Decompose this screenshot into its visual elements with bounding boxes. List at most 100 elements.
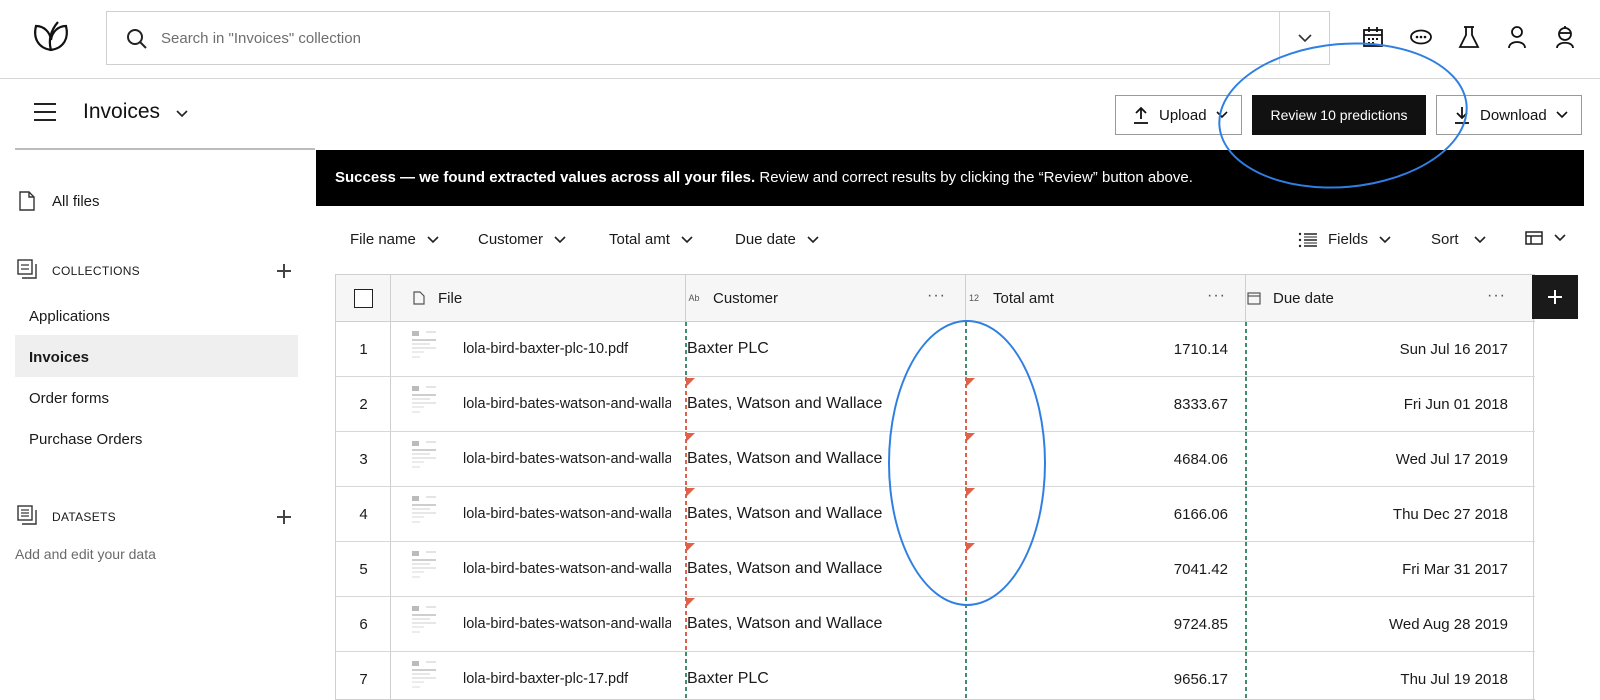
total-amt-cell[interactable]: 9724.85 [966,597,1228,651]
sidebar-item-invoices[interactable]: Invoices [29,349,89,366]
confirmed-value-marker [685,652,687,699]
flask-icon[interactable] [1454,22,1484,52]
total-amt-cell[interactable]: 6166.06 [966,487,1228,541]
confirmed-value-marker [1245,597,1247,652]
filter-due-date[interactable]: Due date [735,231,820,248]
search-scope-chevron-icon[interactable] [1293,28,1317,48]
sidebar-item-all-files[interactable]: All files [52,193,100,210]
sidebar-item-purchase-orders[interactable]: Purchase Orders [29,431,142,448]
due-date-cell[interactable]: Sun Jul 16 2017 [1246,322,1508,376]
review-flag-icon[interactable] [686,433,695,442]
total-amt-cell[interactable]: 4684.06 [966,432,1228,486]
review-flag-icon[interactable] [686,598,695,607]
download-icon [1455,107,1469,124]
customer-cell[interactable]: Baxter PLC [687,322,957,376]
column-divider [965,275,966,322]
chevron-down-icon [681,235,693,243]
filter-customer[interactable]: Customer [478,231,567,248]
calendar-icon[interactable] [1358,22,1388,52]
due-date-cell[interactable]: Wed Jul 17 2019 [1246,432,1508,486]
customer-cell[interactable]: Bates, Watson and Wallace [687,487,957,541]
table-row[interactable]: 5 lola-bird-bates-watson-and-wallace Bates… [336,542,1535,597]
file-name-cell[interactable]: lola-bird-bates-watson-and-wallace [463,432,671,486]
file-name-cell[interactable]: lola-bird-baxter-plc-17.pdf [463,652,671,699]
more-options-icon[interactable]: ··· [1207,287,1226,305]
review-flag-icon[interactable] [686,543,695,552]
sort-label: Sort [1431,231,1459,248]
hamburger-menu-icon[interactable] [34,103,56,121]
upload-chevron-down-icon [1216,111,1228,119]
customer-cell[interactable]: Bates, Watson and Wallace [687,377,957,431]
review-flag-icon[interactable] [966,543,975,552]
customer-cell[interactable]: Baxter PLC [687,652,957,699]
sort-button[interactable]: Sort [1431,231,1487,248]
document-thumbnail-icon[interactable] [410,659,438,693]
customer-cell[interactable]: Bates, Watson and Wallace [687,597,957,651]
table-row[interactable]: 1 lola-bird-baxter-plc-10.pdf Baxter PLC 17… [336,322,1535,377]
upload-button[interactable]: Upload [1115,95,1242,135]
more-options-icon[interactable]: ··· [1487,287,1506,305]
due-date-cell[interactable]: Fri Jun 01 2018 [1246,377,1508,431]
calendar-icon [1247,292,1261,305]
title-chevron-down-icon[interactable] [174,108,190,120]
more-options-icon[interactable]: ··· [927,287,946,305]
file-name-cell[interactable]: lola-bird-bates-watson-and-wallace [463,542,671,596]
download-button[interactable]: Download [1436,95,1582,135]
due-date-cell[interactable]: Fri Mar 31 2017 [1246,542,1508,596]
fields-button[interactable]: Fields [1298,231,1392,248]
sidebar-item-applications[interactable]: Applications [29,308,110,325]
due-date-cell[interactable]: Thu Dec 27 2018 [1246,487,1508,541]
total-amt-cell[interactable]: 8333.67 [966,377,1228,431]
file-name-cell[interactable]: lola-bird-bates-watson-and-wallace [463,487,671,541]
select-all-checkbox[interactable] [354,275,373,321]
header-file[interactable]: File [412,275,462,321]
document-thumbnail-icon[interactable] [410,604,438,638]
robot-icon[interactable] [1550,22,1580,52]
total-amt-cell[interactable]: 9656.17 [966,652,1228,699]
total-amt-cell[interactable]: 1710.14 [966,322,1228,376]
document-thumbnail-icon[interactable] [410,494,438,528]
customer-cell[interactable]: Bates, Watson and Wallace [687,542,957,596]
header-customer[interactable]: Ab Customer ··· [687,275,966,321]
header-total-amt[interactable]: 12 Total amt ··· [967,275,1246,321]
filter-file-name-label: File name [350,231,416,248]
chat-icon[interactable] [1406,22,1436,52]
review-flag-icon[interactable] [686,378,695,387]
file-name-cell[interactable]: lola-bird-bates-watson-and-wallace [463,597,671,651]
add-dataset-plus-icon[interactable] [277,510,291,524]
header-customer-label: Customer [713,289,779,307]
view-toggle-button[interactable] [1525,231,1567,245]
add-collection-plus-icon[interactable] [277,264,291,278]
filter-total-amt[interactable]: Total amt [609,231,694,248]
add-column-button[interactable] [1532,275,1578,319]
table-row[interactable]: 2 lola-bird-bates-watson-and-wallace Bates… [336,377,1535,432]
review-flag-icon[interactable] [966,378,975,387]
file-name-cell[interactable]: lola-bird-bates-watson-and-wallace [463,377,671,431]
document-thumbnail-icon[interactable] [410,549,438,583]
review-flag-icon[interactable] [966,488,975,497]
search-input[interactable] [161,22,1271,54]
table-row[interactable]: 4 lola-bird-bates-watson-and-wallace Bates… [336,487,1535,542]
review-predictions-button[interactable]: Review 10 predictions [1252,95,1426,135]
filter-file-name[interactable]: File name [350,231,440,248]
sidebar-item-order-forms[interactable]: Order forms [29,390,109,407]
user-icon[interactable] [1502,22,1532,52]
table-row[interactable]: 3 lola-bird-bates-watson-and-wallace Bates… [336,432,1535,487]
table-row[interactable]: 6 lola-bird-bates-watson-and-wallace Bates… [336,597,1535,652]
review-flag-icon[interactable] [966,433,975,442]
document-thumbnail-icon[interactable] [410,329,438,363]
document-thumbnail-icon[interactable] [410,384,438,418]
due-date-cell[interactable]: Wed Aug 28 2019 [1246,597,1508,651]
logo-icon[interactable] [30,18,72,54]
datasets-hint[interactable]: Add and edit your data [15,546,156,562]
document-thumbnail-icon[interactable] [410,439,438,473]
customer-cell[interactable]: Bates, Watson and Wallace [687,432,957,486]
total-amt-cell[interactable]: 7041.42 [966,542,1228,596]
table-row[interactable]: 7 lola-bird-baxter-plc-17.pdf Baxter PLC 96… [336,652,1535,699]
review-flag-icon[interactable] [686,488,695,497]
due-date-cell[interactable]: Thu Jul 19 2018 [1246,652,1508,699]
file-icon [19,191,35,211]
datasets-section-label: DATASETS [52,510,116,524]
file-name-cell[interactable]: lola-bird-baxter-plc-10.pdf [463,322,671,376]
header-due-date[interactable]: Due date ··· [1247,275,1526,321]
